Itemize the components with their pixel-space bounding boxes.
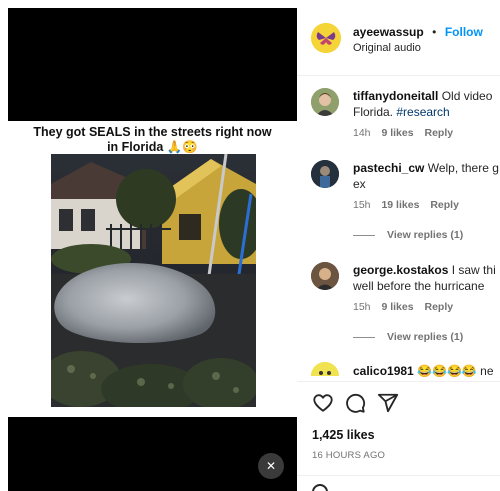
comment-text: 😂😂😂😂 ne — [417, 364, 494, 378]
view-replies-label: View replies (1) — [387, 229, 464, 241]
video-caption-line-1: They got SEALS in the streets right now — [33, 125, 272, 139]
header-separator: • — [432, 25, 437, 39]
comment-icon[interactable] — [344, 392, 366, 414]
comment-text: Old video — [441, 89, 493, 103]
comment-likes[interactable]: 19 likes — [381, 199, 419, 211]
post-header: ayeewassup • Follow Original audio — [297, 0, 500, 75]
share-icon[interactable] — [377, 392, 399, 414]
comment-text-cont: well before the hurricane — [353, 279, 485, 293]
comment-time[interactable]: 14h — [353, 127, 371, 139]
reply-button[interactable]: Reply — [425, 127, 454, 139]
close-icon[interactable]: ✕ — [258, 453, 284, 479]
post-timestamp[interactable]: 16 HOURS AGO — [312, 450, 385, 461]
comment-time[interactable]: 15h — [353, 301, 371, 313]
video-caption-line-2: in Florida 🙏😳 — [107, 140, 198, 154]
avatar[interactable] — [311, 160, 339, 188]
comment-username[interactable]: george.kostakos — [353, 263, 448, 277]
footer-divider — [297, 475, 500, 476]
comment-text: Welp, there g — [427, 161, 499, 175]
view-replies-button[interactable]: View replies (1) — [353, 229, 499, 241]
avatar[interactable] — [311, 23, 341, 53]
follow-button[interactable]: Follow — [445, 25, 483, 39]
user-avatar-icon — [311, 88, 339, 116]
actions-divider — [297, 381, 500, 382]
likes-count[interactable]: 1,425 likes — [312, 428, 375, 442]
video-caption: They got SEALS in the streets right now … — [8, 125, 297, 155]
replies-line — [353, 336, 375, 338]
reply-button[interactable]: Reply — [425, 301, 454, 313]
post-author-username[interactable]: ayeewassup — [353, 25, 424, 39]
butterfly-icon — [311, 23, 341, 53]
view-replies-button[interactable]: View replies (1) — [353, 331, 496, 343]
user-avatar-icon — [311, 160, 339, 188]
comment-username[interactable]: pastechi_cw — [353, 161, 424, 175]
reply-button[interactable]: Reply — [430, 199, 459, 211]
heart-icon[interactable] — [312, 392, 334, 414]
replies-line — [353, 234, 375, 236]
comment-likes[interactable]: 9 likes — [381, 127, 413, 139]
view-replies-label: View replies (1) — [387, 331, 464, 343]
avatar[interactable] — [311, 362, 339, 376]
comment-text-cont: Florida. — [353, 105, 397, 119]
avatar[interactable] — [311, 262, 339, 290]
user-avatar-icon — [311, 362, 339, 376]
header-divider — [297, 75, 500, 76]
comment-time[interactable]: 15h — [353, 199, 371, 211]
avatar[interactable] — [311, 88, 339, 116]
comment-username[interactable]: calico1981 — [353, 364, 414, 378]
emoji-icon[interactable] — [312, 484, 328, 491]
post-media[interactable]: They got SEALS in the streets right now … — [8, 8, 297, 491]
audio-label[interactable]: Original audio — [353, 40, 421, 56]
comment-username[interactable]: tiffanydoneitall — [353, 89, 438, 103]
video-frame[interactable] — [51, 154, 256, 407]
video-card: They got SEALS in the streets right now … — [8, 121, 297, 417]
comment-likes[interactable]: 9 likes — [381, 301, 413, 313]
hashtag-link[interactable]: #research — [396, 105, 449, 119]
comment-text: I saw thi — [451, 263, 496, 277]
user-avatar-icon — [311, 262, 339, 290]
comments-panel: ayeewassup • Follow Original audio tiffa… — [297, 0, 500, 491]
comment-text-cont: ex — [353, 177, 366, 191]
video-scene-image — [51, 154, 256, 407]
